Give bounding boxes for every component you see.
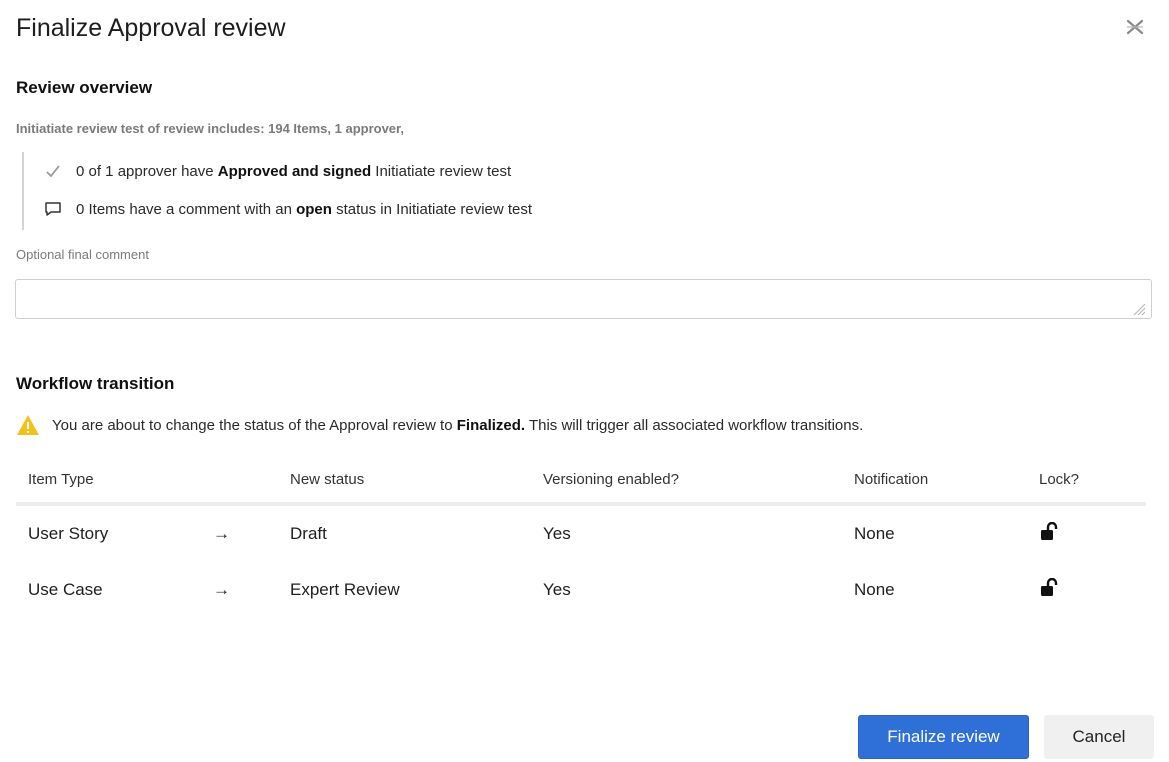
lock-cell[interactable]: [1039, 562, 1146, 618]
item-type-cell: User Story: [28, 524, 109, 543]
notification-cell: None: [854, 580, 895, 599]
lock-cell[interactable]: [1039, 504, 1146, 562]
transition-arrow: →: [213, 580, 230, 599]
comments-stat-suffix: status in Initiatiate review test: [331, 200, 533, 218]
workflow-transition-heading: Workflow transition: [16, 374, 175, 393]
warning-prefix: You are about to change the status of th…: [52, 416, 457, 434]
column-header-versioning: Versioning enabled?: [543, 456, 854, 506]
transition-arrow: →: [213, 524, 230, 543]
new-status-cell: Draft: [290, 524, 327, 543]
warning-bold: Finalized.: [456, 416, 526, 434]
unlocked-padlock-icon[interactable]: [1039, 521, 1059, 542]
table-row: User Story → Draft Yes None: [16, 504, 1146, 562]
resize-grip-icon[interactable]: [1130, 300, 1146, 316]
approved-stat-text: 0 of 1 approver have Approved and signed…: [76, 163, 511, 180]
versioning-cell: Yes: [543, 580, 571, 599]
comments-stat: 0 Items have a comment with an open stat…: [42, 190, 532, 228]
final-comment-label: Optional final comment: [16, 247, 149, 262]
table-header-row: Item Type New status Versioning enabled?…: [16, 456, 1146, 506]
approved-stat-bold: Approved and signed: [217, 162, 372, 180]
approved-stat-suffix: Initiatiate review test: [371, 162, 512, 180]
approved-stat-prefix: 0 of 1 approver have: [76, 162, 218, 180]
column-header-notification: Notification: [854, 456, 1039, 506]
workflow-warning: You are about to change the status of th…: [16, 414, 863, 436]
notification-cell: None: [854, 524, 895, 543]
review-overview-heading: Review overview: [16, 78, 153, 97]
comments-stat-text: 0 Items have a comment with an open stat…: [76, 201, 532, 218]
review-stats: 0 of 1 approver have Approved and signed…: [22, 152, 532, 230]
new-status-cell: Expert Review: [290, 580, 400, 599]
comments-stat-prefix: 0 Items have a comment with an: [76, 200, 297, 218]
column-header-item-type: Item Type: [16, 456, 213, 506]
unlocked-padlock-icon[interactable]: [1039, 577, 1059, 598]
final-comment-input[interactable]: [15, 279, 1152, 319]
finalize-review-button[interactable]: Finalize review: [858, 715, 1029, 759]
close-button[interactable]: [1122, 14, 1148, 40]
table-row: Use Case → Expert Review Yes None: [16, 562, 1146, 618]
comments-stat-bold: open: [296, 200, 332, 218]
cancel-button[interactable]: Cancel: [1044, 715, 1154, 759]
warning-suffix: This will trigger all associated workflo…: [525, 416, 864, 434]
workflow-transition-table: Item Type New status Versioning enabled?…: [16, 456, 1146, 618]
comment-icon: [42, 200, 64, 218]
checkmark-icon: [42, 162, 64, 180]
close-icon: [1126, 19, 1144, 35]
column-header-arrow: [213, 456, 290, 506]
approved-stat: 0 of 1 approver have Approved and signed…: [42, 152, 532, 190]
finalize-review-dialog: Finalize Approval review Review overview…: [0, 0, 1169, 762]
column-header-lock: Lock?: [1039, 456, 1146, 506]
item-type-cell: Use Case: [28, 580, 103, 599]
warning-icon: [17, 415, 39, 435]
column-header-new-status: New status: [290, 456, 543, 506]
dialog-title: Finalize Approval review: [16, 14, 286, 42]
review-summary: Initiatiate review test of review includ…: [16, 121, 404, 136]
workflow-warning-text: You are about to change the status of th…: [52, 417, 863, 434]
versioning-cell: Yes: [543, 524, 571, 543]
